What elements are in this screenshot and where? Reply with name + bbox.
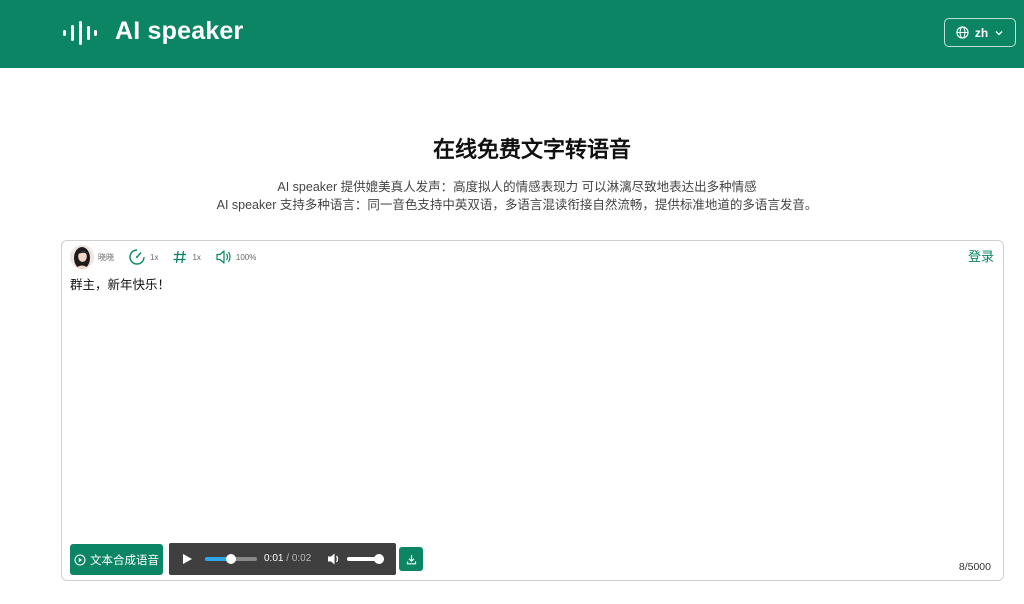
time-separator: /	[283, 553, 292, 564]
speed-control[interactable]: 1x	[128, 248, 158, 266]
speedometer-icon	[129, 249, 145, 265]
hash-icon	[173, 250, 187, 264]
description-line-1: AI speaker 提供媲美真人发声：高度拟人的情感表现力 可以淋漓尽致地表达…	[277, 180, 757, 194]
voice-avatar[interactable]	[70, 245, 94, 269]
app-title[interactable]: AI speaker	[115, 17, 243, 46]
download-button[interactable]	[399, 547, 423, 571]
description-line-2: AI speaker 支持多种语言：同一音色支持中英双语，多语言混读衔接自然流畅…	[216, 198, 818, 212]
volume-control[interactable]: 100%	[215, 249, 256, 265]
tts-editor-panel: 晓晓 1x 1x 100% 登录 群主，新年快乐！ 文本合成语音 0:01 / …	[61, 240, 1004, 581]
pitch-value: 1x	[192, 252, 201, 262]
avatar-portrait-icon	[70, 245, 94, 269]
speaker-icon	[216, 250, 231, 264]
character-count: 8/5000	[958, 561, 991, 573]
seek-bar[interactable]	[205, 554, 257, 564]
language-selector[interactable]: zh	[944, 18, 1016, 47]
volume-handle[interactable]	[374, 554, 384, 564]
pitch-control[interactable]: 1x	[172, 249, 201, 265]
audio-player: 0:01 / 0:02	[169, 543, 396, 575]
page-title: 在线免费文字转语音	[432, 137, 631, 162]
synthesize-label: 文本合成语音	[90, 554, 159, 567]
header-bar: AI speaker zh	[0, 0, 1024, 68]
time-display: 0:01 / 0:02	[264, 553, 311, 564]
synthesize-button[interactable]: 文本合成语音	[70, 544, 163, 575]
play-icon[interactable]	[181, 553, 193, 565]
voice-name: 晓晓	[98, 252, 114, 262]
language-label: zh	[974, 25, 989, 40]
globe-icon	[956, 26, 969, 39]
voice-toolbar: 晓晓 1x 1x 100%	[70, 245, 256, 269]
speed-value: 1x	[150, 252, 159, 262]
login-link[interactable]: 登录	[968, 246, 994, 265]
current-time: 0:01	[264, 553, 284, 564]
chevron-down-icon	[995, 30, 1003, 35]
text-input-area[interactable]: 群主，新年快乐！	[70, 274, 990, 293]
volume-value: 100%	[235, 252, 257, 262]
duration: 0:02	[291, 553, 312, 564]
sound-bars-icon	[63, 21, 97, 45]
volume-slider[interactable]	[347, 554, 384, 564]
download-icon	[406, 554, 416, 564]
volume-icon[interactable]	[327, 552, 341, 566]
play-circle-icon	[74, 553, 86, 566]
seek-handle[interactable]	[226, 554, 236, 564]
